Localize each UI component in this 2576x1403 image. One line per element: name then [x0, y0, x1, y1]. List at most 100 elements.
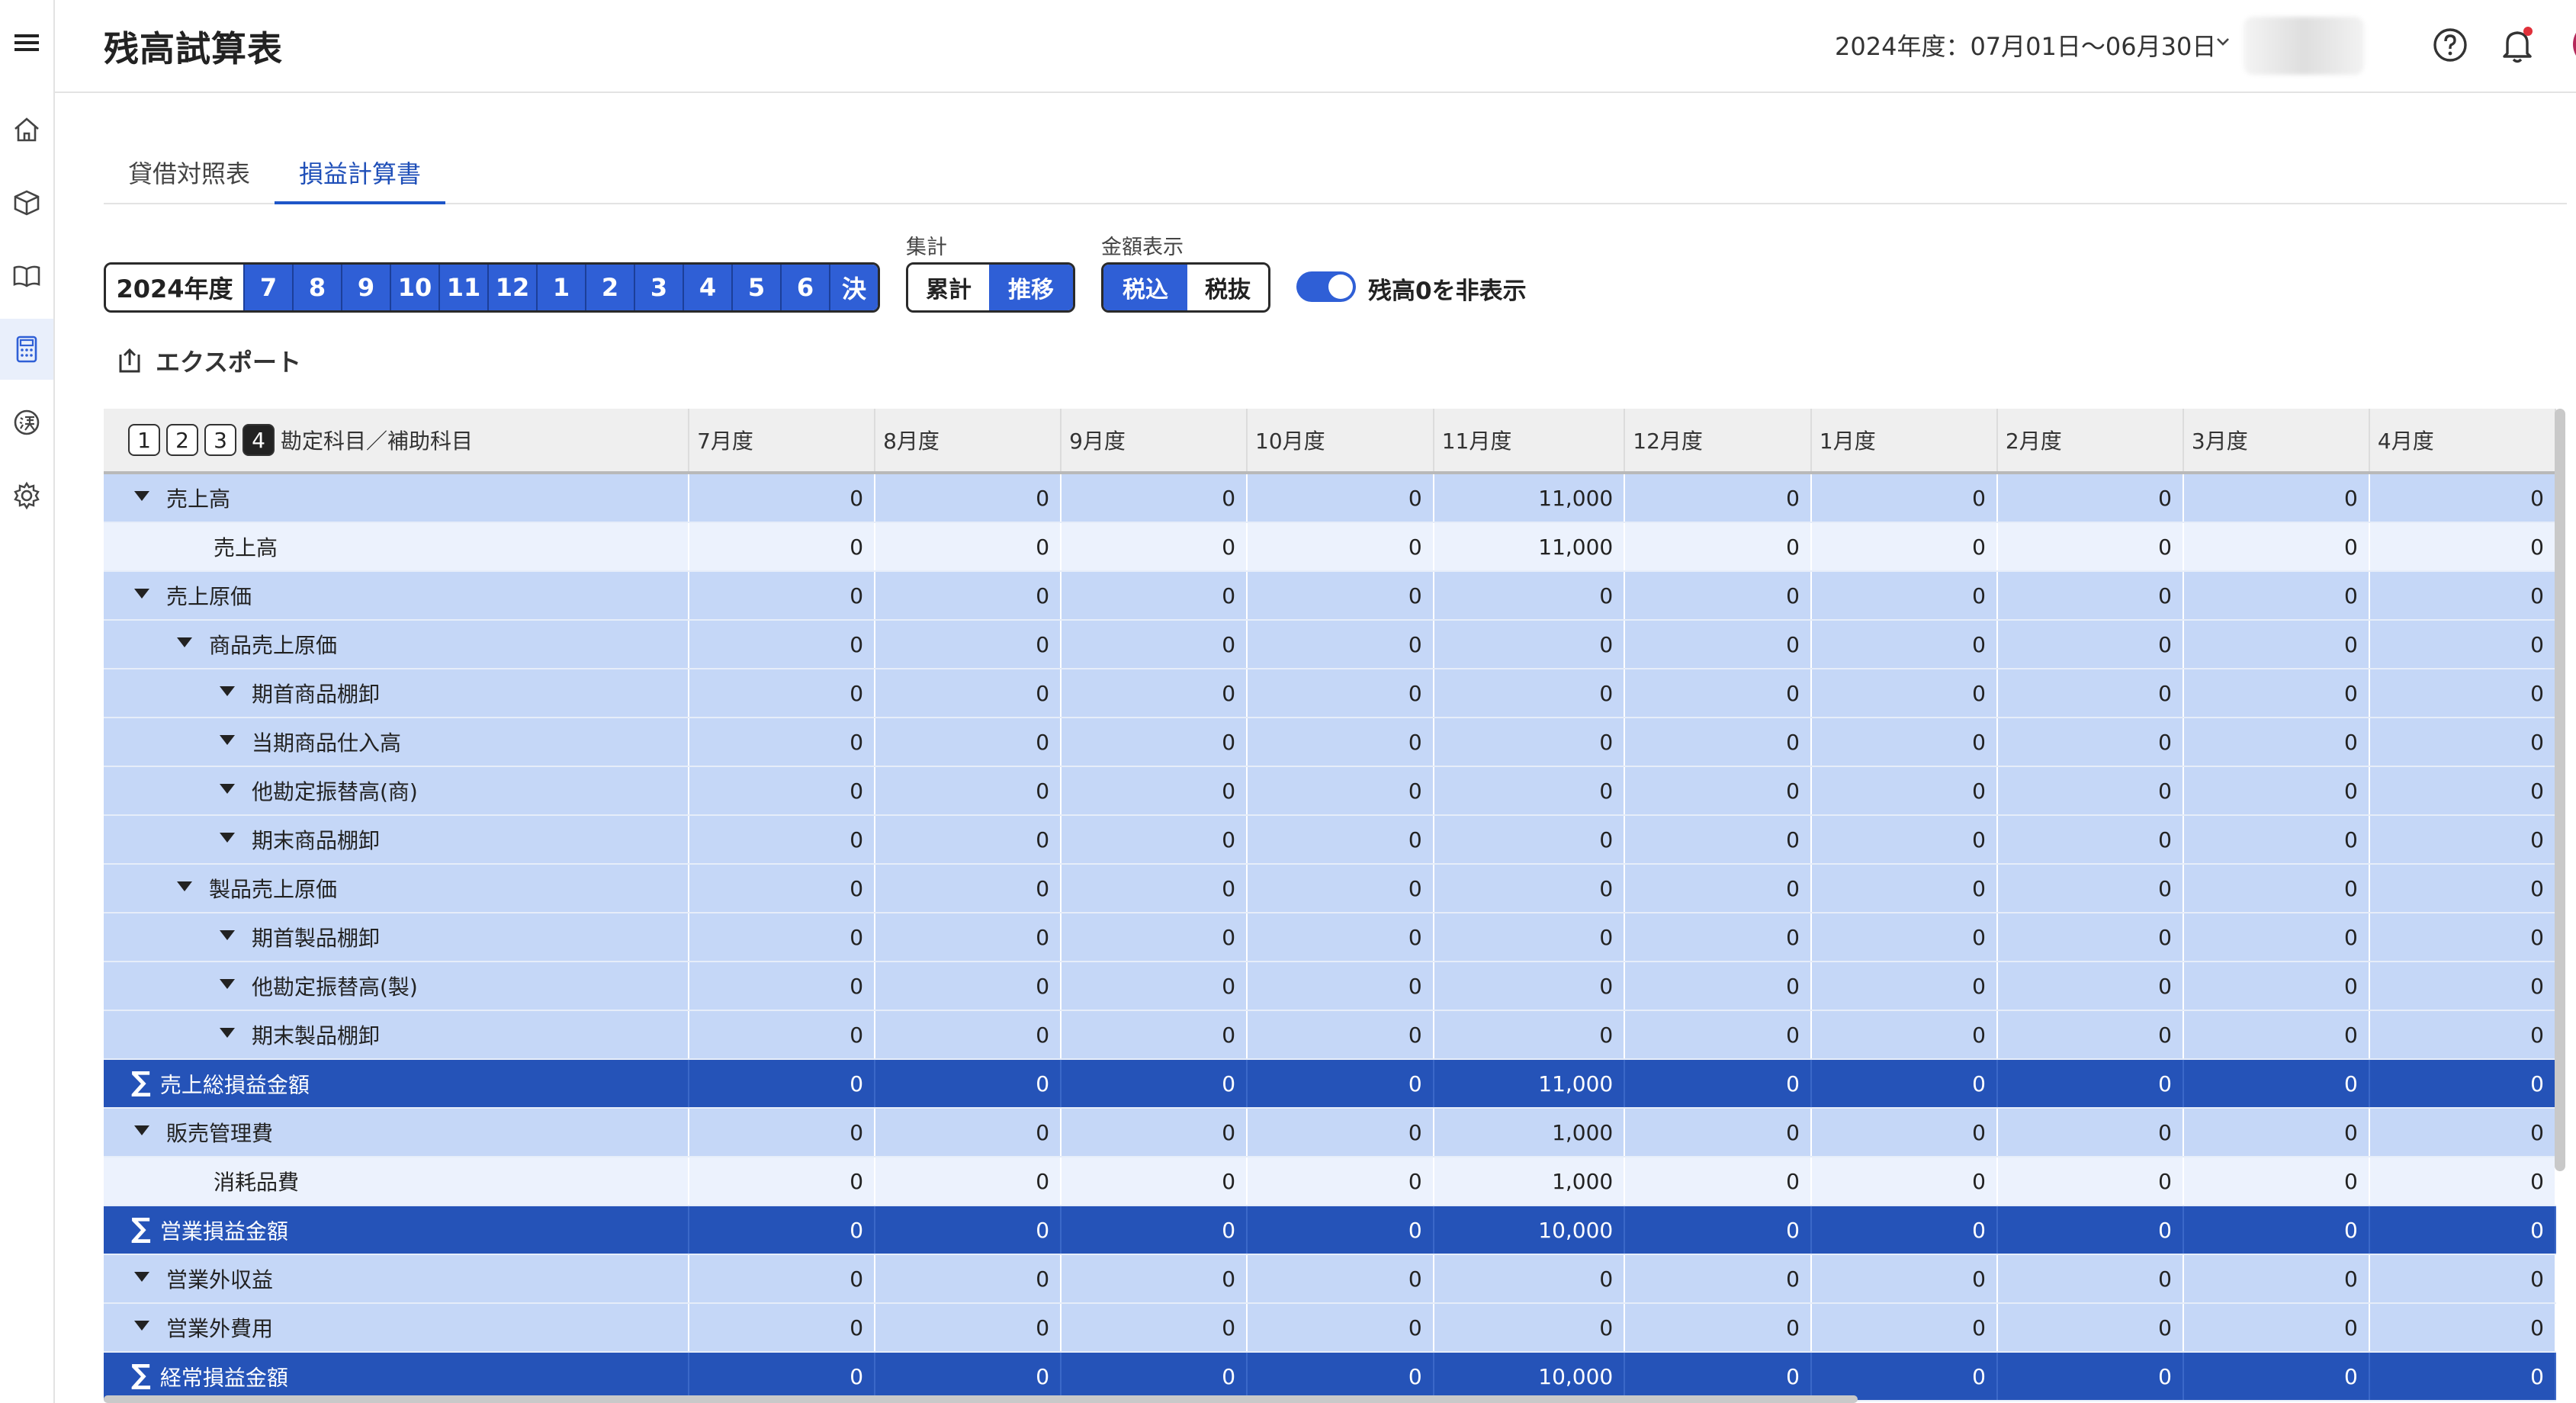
expand-caret-icon[interactable] [220, 832, 235, 843]
vertical-scrollbar[interactable] [2555, 409, 2565, 1171]
pl-table: 1 2 3 4 勘定科目／補助科目 7月度 8月度 9月度 10月度 11月度 12月度… [104, 409, 2556, 1401]
expand-caret-icon[interactable] [220, 929, 235, 940]
table-row[interactable]: 当期商品仕入高 0 0 0 0 0 0 0 0 0 0 [104, 718, 2556, 767]
account-name: 他勘定振替高(製) [252, 974, 418, 1000]
table-row[interactable]: 期首商品棚卸 0 0 0 0 0 0 0 0 0 0 [104, 669, 2556, 718]
month-button-8[interactable]: 8 [292, 265, 341, 310]
account-name: 期末商品棚卸 [252, 828, 381, 853]
table-row[interactable]: 売上原価 0 0 0 0 0 0 0 0 0 0 [104, 571, 2556, 621]
month-button-settlement[interactable]: 決 [829, 265, 878, 310]
amount-cell: 0 [689, 1059, 876, 1109]
amount-cell: 0 [875, 669, 1062, 718]
amount-cell: 0 [2183, 1303, 2370, 1353]
amount-cell: 0 [1996, 766, 2184, 816]
expand-caret-icon[interactable] [220, 734, 235, 745]
month-button-4[interactable]: 4 [683, 265, 731, 310]
sigma-icon: ∑ [131, 1066, 151, 1098]
amount-cell: 0 [875, 522, 1062, 572]
amount-cell: 0 [875, 864, 1062, 913]
horizontal-scrollbar[interactable] [104, 1395, 1858, 1403]
amount-cell: 0 [1810, 913, 1998, 962]
expand-caret-icon[interactable] [134, 1271, 149, 1282]
amount-cell: 0 [1247, 962, 1434, 1011]
table-row[interactable]: 販売管理費 0 0 0 0 1,000 0 0 0 0 0 [104, 1108, 2556, 1157]
month-button-10[interactable]: 10 [390, 265, 438, 310]
table-row[interactable]: 売上高 0 0 0 0 11,000 0 0 0 0 0 [104, 473, 2556, 523]
table-body: 売上高 0 0 0 0 11,000 0 0 0 0 0 売上高 0 0 0 0 11,000 0 0 0 0 0 売上原価… [104, 473, 2556, 1401]
menu-button[interactable] [0, 12, 53, 73]
month-button-1[interactable]: 1 [536, 265, 585, 310]
table-row[interactable]: 消耗品費 0 0 0 0 1,000 0 0 0 0 0 [104, 1157, 2556, 1206]
tax-included-button[interactable]: 税込 [1103, 265, 1187, 310]
expand-caret-icon[interactable] [177, 637, 192, 647]
amount-cell: 0 [689, 913, 876, 962]
level-button-1[interactable]: 1 [128, 424, 160, 456]
help-icon[interactable] [2431, 26, 2469, 64]
total-row[interactable]: ∑ 営業損益金額 0 0 0 0 10,000 0 0 0 0 0 [104, 1206, 2556, 1255]
table-row[interactable]: 期末商品棚卸 0 0 0 0 0 0 0 0 0 0 [104, 815, 2556, 865]
expand-caret-icon[interactable] [134, 588, 149, 599]
table-row[interactable]: 期末製品棚卸 0 0 0 0 0 0 0 0 0 0 [104, 1010, 2556, 1060]
notification-bell-icon[interactable] [2498, 24, 2536, 66]
aggregate-transition-button[interactable]: 推移 [989, 265, 1073, 310]
table-row[interactable]: 期首製品棚卸 0 0 0 0 0 0 0 0 0 0 [104, 913, 2556, 962]
expand-caret-icon[interactable] [220, 978, 235, 989]
table-row[interactable]: 他勘定振替高(製) 0 0 0 0 0 0 0 0 0 0 [104, 962, 2556, 1011]
expand-caret-icon[interactable] [134, 490, 149, 501]
amount-cell: 0 [1996, 1254, 2184, 1304]
chevron-down-icon[interactable] [2211, 30, 2234, 53]
amount-cell: 0 [2369, 1059, 2556, 1109]
avatar[interactable]: 井 [2573, 21, 2576, 67]
year-button[interactable]: 2024年度 [106, 265, 243, 310]
expand-caret-icon[interactable] [220, 1027, 235, 1038]
month-button-7[interactable]: 7 [243, 265, 292, 310]
table-row[interactable]: 商品売上原価 0 0 0 0 0 0 0 0 0 0 [104, 620, 2556, 669]
level-button-4[interactable]: 4 [243, 424, 275, 456]
amount-cell: 0 [1810, 962, 1998, 1011]
tax-excluded-button[interactable]: 税抜 [1187, 265, 1268, 310]
amount-cell: 0 [2183, 766, 2370, 816]
sidebar-item-settlement[interactable] [0, 392, 53, 453]
expand-caret-icon[interactable] [134, 1125, 149, 1135]
month-button-9[interactable]: 9 [341, 265, 390, 310]
fiscal-period-selector[interactable]: 2024年度：07月01日〜06月30日 [1835, 27, 2216, 63]
level-button-3[interactable]: 3 [204, 424, 236, 456]
amount-cell: 0 [1247, 1254, 1434, 1304]
total-row[interactable]: ∑ 経常損益金額 0 0 0 0 10,000 0 0 0 0 0 [104, 1352, 2556, 1401]
sidebar-item-inventory[interactable] [0, 172, 53, 233]
month-button-2[interactable]: 2 [585, 265, 634, 310]
account-name: 当期商品仕入高 [252, 730, 402, 756]
sidebar-item-trial-balance[interactable] [0, 319, 53, 380]
amount-cell: 0 [1996, 522, 2184, 572]
expand-caret-icon[interactable] [177, 881, 192, 891]
amount-cell: 0 [1624, 571, 1812, 621]
tab-profit-loss[interactable]: 損益計算書 [275, 152, 446, 204]
tab-balance-sheet[interactable]: 貸借対照表 [104, 152, 275, 201]
amount-display-label: 金額表示 [1101, 236, 1184, 259]
table-row[interactable]: 営業外費用 0 0 0 0 0 0 0 0 0 0 [104, 1303, 2556, 1353]
amount-cell: 0 [875, 1206, 1062, 1255]
expand-caret-icon[interactable] [220, 685, 235, 696]
table-row[interactable]: 売上高 0 0 0 0 11,000 0 0 0 0 0 [104, 522, 2556, 572]
amount-cell: 0 [2369, 718, 2556, 767]
level-button-2[interactable]: 2 [166, 424, 198, 456]
export-icon [119, 348, 140, 373]
amount-cell: 0 [689, 1108, 876, 1157]
hide-zero-switch[interactable] [1296, 271, 1356, 302]
month-button-12[interactable]: 12 [487, 265, 536, 310]
table-row[interactable]: 他勘定振替高(商) 0 0 0 0 0 0 0 0 0 0 [104, 766, 2556, 816]
export-button[interactable]: エクスポート [114, 343, 301, 378]
sidebar-item-settings[interactable] [0, 465, 53, 526]
month-button-11[interactable]: 11 [438, 265, 487, 310]
month-button-6[interactable]: 6 [780, 265, 829, 310]
table-row[interactable]: 製品売上原価 0 0 0 0 0 0 0 0 0 0 [104, 864, 2556, 913]
month-button-3[interactable]: 3 [634, 265, 683, 310]
sidebar-item-home[interactable] [0, 99, 53, 160]
expand-caret-icon[interactable] [220, 783, 235, 794]
expand-caret-icon[interactable] [134, 1320, 149, 1331]
table-row[interactable]: 営業外収益 0 0 0 0 0 0 0 0 0 0 [104, 1254, 2556, 1304]
month-button-5[interactable]: 5 [731, 265, 780, 310]
total-row[interactable]: ∑ 売上総損益金額 0 0 0 0 11,000 0 0 0 0 0 [104, 1059, 2556, 1109]
aggregate-cumulative-button[interactable]: 累計 [908, 265, 989, 310]
sidebar-item-books[interactable] [0, 246, 53, 307]
